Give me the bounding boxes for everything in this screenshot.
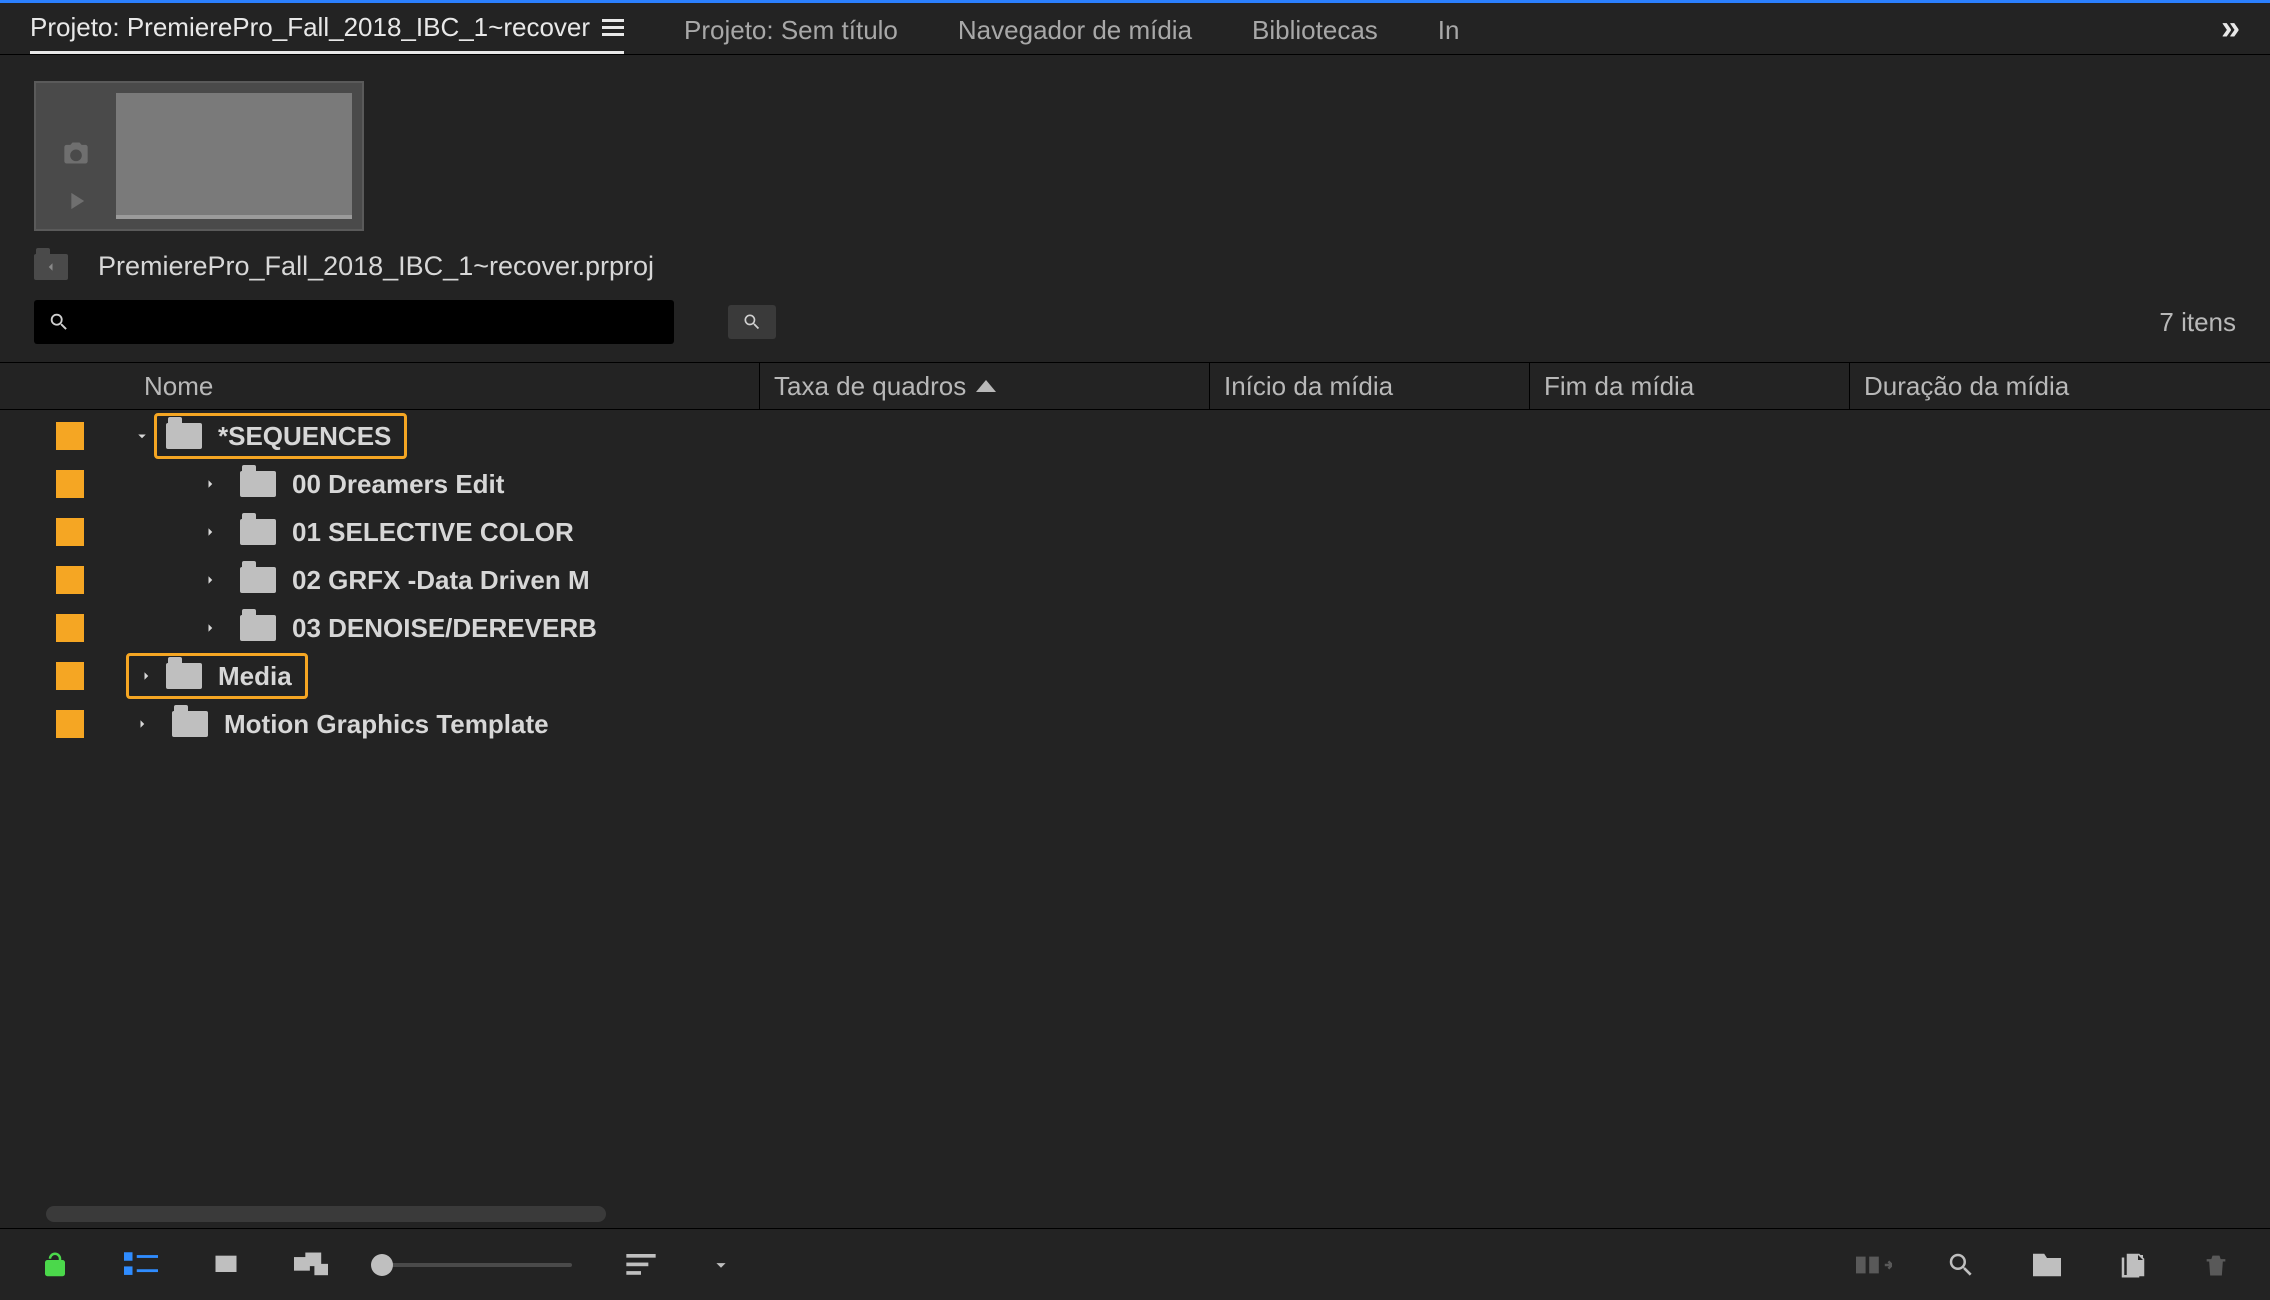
tab-label: Projeto: Sem título	[684, 15, 898, 46]
overflow-glyph: »	[2221, 9, 2240, 47]
bin-label: 00 Dreamers Edit	[292, 469, 504, 500]
sort-chevron-icon[interactable]	[710, 1254, 732, 1276]
panel-tabs: Projeto: PremierePro_Fall_2018_IBC_1~rec…	[0, 3, 2270, 55]
new-search-bin-button[interactable]	[728, 305, 776, 339]
column-label: Duração da mídia	[1864, 371, 2069, 402]
tab-project-untitled[interactable]: Projeto: Sem título	[684, 15, 898, 54]
folder-icon	[166, 423, 202, 449]
tabs-overflow-button[interactable]: »	[2221, 9, 2240, 54]
label-color-swatch[interactable]	[56, 566, 84, 594]
bin-row-selective-color[interactable]: 01 SELECTIVE COLOR	[0, 508, 2270, 556]
bin-row-grfx[interactable]: 02 GRFX -Data Driven M	[0, 556, 2270, 604]
new-bin-icon[interactable]	[2030, 1251, 2064, 1279]
column-header-row: Nome Taxa de quadros Início da mídia Fim…	[0, 362, 2270, 410]
bin-row-denoise[interactable]: 03 DENOISE/DEREVERB	[0, 604, 2270, 652]
tab-label: Projeto: PremierePro_Fall_2018_IBC_1~rec…	[30, 12, 590, 43]
tab-label: Bibliotecas	[1252, 15, 1378, 46]
label-color-swatch[interactable]	[56, 422, 84, 450]
folder-icon	[172, 711, 208, 737]
search-input[interactable]	[80, 308, 660, 336]
tab-libraries[interactable]: Bibliotecas	[1252, 15, 1378, 54]
column-label: Taxa de quadros	[774, 371, 966, 402]
trash-icon	[2202, 1250, 2230, 1280]
label-color-swatch[interactable]	[56, 470, 84, 498]
bin-label: *SEQUENCES	[218, 421, 391, 452]
icon-view-icon[interactable]	[212, 1251, 240, 1279]
panel-menu-icon[interactable]	[602, 19, 624, 36]
bin-label: Motion Graphics Template	[224, 709, 549, 740]
chevron-down-icon[interactable]	[128, 427, 156, 445]
column-media-end[interactable]: Fim da mídia	[1530, 363, 1850, 409]
project-path-row: PremierePro_Fall_2018_IBC_1~recover.prpr…	[0, 241, 2270, 300]
bin-row-sequences[interactable]: *SEQUENCES	[0, 412, 2270, 460]
highlighted-bin: Media	[128, 655, 306, 697]
preview-thumbnail-image	[116, 93, 352, 219]
bin-label: 02 GRFX -Data Driven M	[292, 565, 590, 596]
search-row: 7 itens	[0, 300, 2270, 362]
folder-icon	[240, 519, 276, 545]
chevron-right-icon[interactable]	[132, 667, 160, 685]
chevron-right-icon[interactable]	[196, 619, 224, 637]
preview-thumbnail-area	[0, 55, 2270, 241]
column-media-duration[interactable]: Duração da mídia	[1850, 363, 2270, 409]
lock-icon[interactable]	[40, 1250, 70, 1280]
chevron-right-icon[interactable]	[196, 571, 224, 589]
column-label: Início da mídia	[1224, 371, 1393, 402]
item-count: 7 itens	[2159, 307, 2236, 338]
folder-icon	[240, 471, 276, 497]
tab-project-recover[interactable]: Projeto: PremierePro_Fall_2018_IBC_1~rec…	[30, 12, 624, 54]
bin-row-mogrt[interactable]: Motion Graphics Template	[0, 700, 2270, 748]
project-bin-tree[interactable]: *SEQUENCES 00 Dreamers Edit 01 SELECTIVE…	[0, 410, 2270, 1228]
bin-label: 01 SELECTIVE COLOR	[292, 517, 574, 548]
tab-truncated[interactable]: In	[1438, 15, 1460, 54]
label-color-swatch[interactable]	[56, 662, 84, 690]
highlighted-bin: *SEQUENCES	[156, 415, 405, 457]
zoom-slider[interactable]	[382, 1263, 572, 1267]
chevron-right-icon[interactable]	[196, 523, 224, 541]
sort-ascending-icon	[976, 380, 996, 392]
bin-row-dreamers[interactable]: 00 Dreamers Edit	[0, 460, 2270, 508]
freeform-view-icon[interactable]	[294, 1251, 328, 1279]
folder-icon	[166, 663, 202, 689]
list-view-icon[interactable]	[124, 1252, 158, 1278]
search-icon	[48, 311, 70, 333]
column-frame-rate[interactable]: Taxa de quadros	[760, 363, 1210, 409]
chevron-right-icon[interactable]	[128, 715, 156, 733]
scrollbar-thumb[interactable]	[46, 1206, 606, 1222]
tab-label: Navegador de mídia	[958, 15, 1192, 46]
label-color-swatch[interactable]	[56, 710, 84, 738]
camera-icon	[62, 139, 90, 167]
search-bin-icon	[742, 312, 762, 332]
column-name[interactable]: Nome	[130, 363, 760, 409]
automate-icon	[1856, 1252, 1892, 1278]
project-filename: PremierePro_Fall_2018_IBC_1~recover.prpr…	[98, 251, 654, 282]
tab-media-browser[interactable]: Navegador de mídia	[958, 15, 1192, 54]
horizontal-scrollbar[interactable]	[46, 1206, 2270, 1222]
column-label: Nome	[144, 371, 213, 402]
find-icon[interactable]	[1946, 1250, 1976, 1280]
label-color-swatch[interactable]	[56, 614, 84, 642]
column-media-start[interactable]: Início da mídia	[1210, 363, 1530, 409]
play-icon	[62, 187, 90, 215]
bottom-toolbar	[0, 1228, 2270, 1300]
up-folder-icon[interactable]	[34, 254, 68, 280]
bin-row-media[interactable]: Media	[0, 652, 2270, 700]
tab-label: In	[1438, 15, 1460, 46]
chevron-right-icon[interactable]	[196, 475, 224, 493]
search-field[interactable]	[34, 300, 674, 344]
preview-thumbnail[interactable]	[34, 81, 364, 231]
folder-icon	[240, 567, 276, 593]
label-color-swatch[interactable]	[56, 518, 84, 546]
bin-label: 03 DENOISE/DEREVERB	[292, 613, 597, 644]
new-item-icon[interactable]	[2118, 1250, 2148, 1280]
bin-label: Media	[218, 661, 292, 692]
folder-icon	[240, 615, 276, 641]
sort-menu-icon[interactable]	[626, 1254, 656, 1276]
column-label: Fim da mídia	[1544, 371, 1694, 402]
